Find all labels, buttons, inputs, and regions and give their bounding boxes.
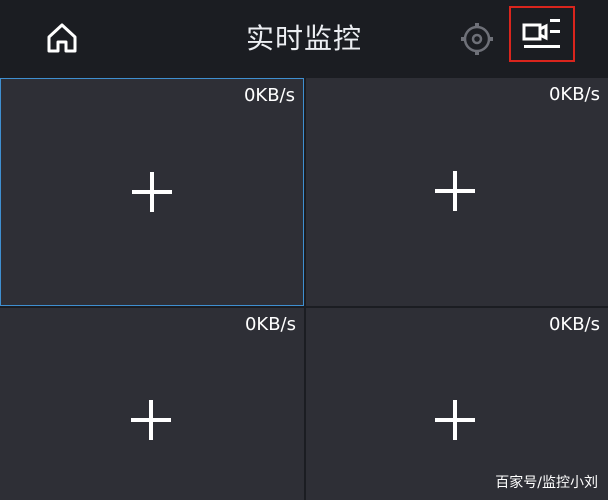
plus-icon[interactable] xyxy=(131,400,171,440)
camera-list-icon xyxy=(522,19,560,48)
plus-icon[interactable] xyxy=(132,172,172,212)
camera-list-button[interactable] xyxy=(509,6,575,62)
plus-icon[interactable] xyxy=(435,171,475,211)
bitrate-label: 0KB/s xyxy=(548,84,600,105)
bitrate-label: 0KB/s xyxy=(244,314,296,335)
settings-button[interactable] xyxy=(456,18,498,60)
gear-icon xyxy=(461,23,493,55)
bitrate-label: 0KB/s xyxy=(548,314,600,335)
video-tile-1[interactable]: 0KB/s xyxy=(0,78,304,306)
video-tile-3[interactable]: 0KB/s xyxy=(0,308,304,500)
video-grid: 0KB/s 0KB/s 0KB/s 0KB/s 百家号/监控小刘 xyxy=(0,78,608,500)
video-tile-4[interactable]: 0KB/s 百家号/监控小刘 xyxy=(306,308,608,500)
watermark-text: 百家号/监控小刘 xyxy=(495,475,598,491)
video-tile-2[interactable]: 0KB/s xyxy=(306,78,608,306)
bitrate-label: 0KB/s xyxy=(243,85,295,106)
plus-icon[interactable] xyxy=(435,400,475,440)
app-root: 实时监控 0KB/s 0KB/s 0KB/s 0KB/s 百家号/监控小刘 xyxy=(0,0,608,500)
top-bar: 实时监控 xyxy=(0,0,608,78)
